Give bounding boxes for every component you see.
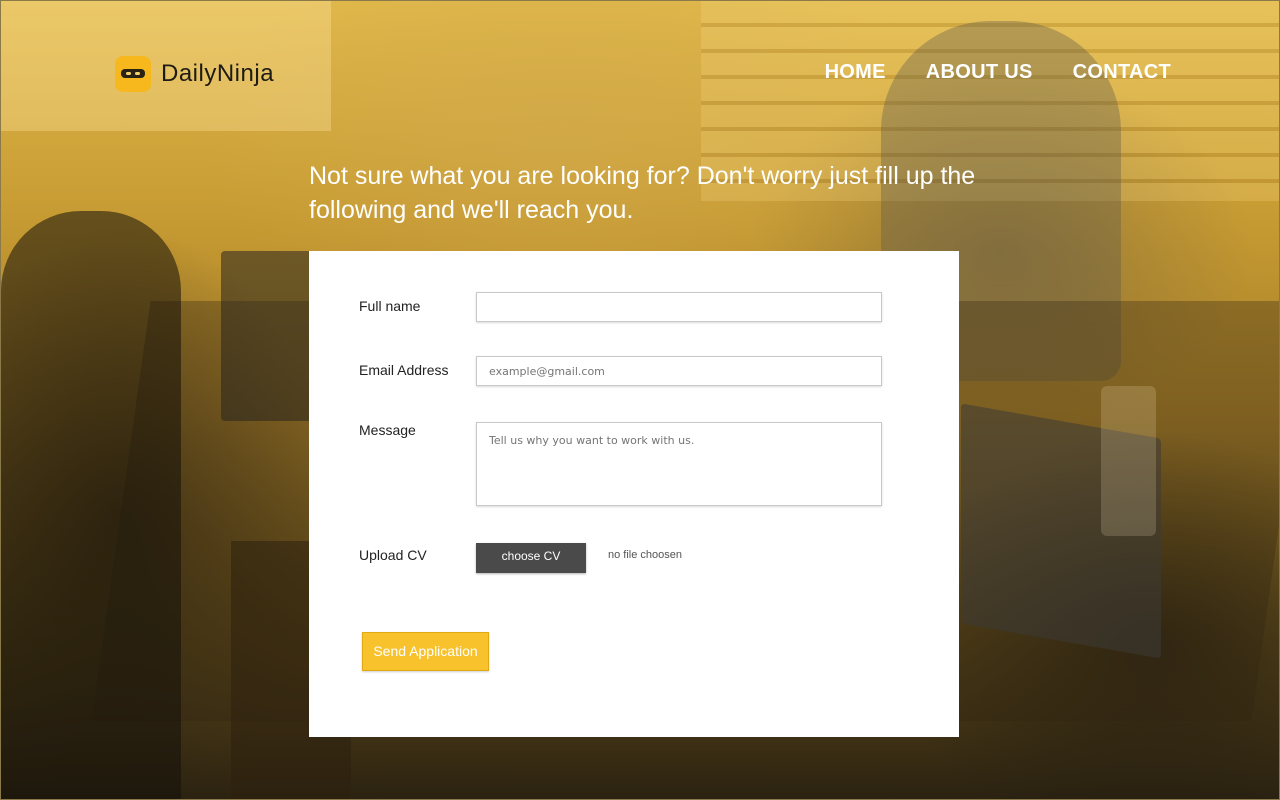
nav-about-us-link[interactable]: ABOUT US xyxy=(926,61,1033,84)
message-textarea[interactable] xyxy=(476,422,882,506)
page-headline: Not sure what you are looking for? Don't… xyxy=(309,162,976,224)
background-glass xyxy=(1101,386,1156,536)
file-status-text: no file choosen xyxy=(608,549,682,561)
background-person-left xyxy=(1,211,181,799)
email-label: Email Address xyxy=(359,362,449,378)
logo[interactable]: DailyNinja xyxy=(115,56,274,92)
nav-home-link[interactable]: HOME xyxy=(825,61,886,84)
page: DailyNinja HOME ABOUT US CONTACT Not sur… xyxy=(0,0,1280,800)
brand-name: DailyNinja xyxy=(161,60,275,87)
email-input[interactable] xyxy=(476,356,882,386)
full-name-input[interactable] xyxy=(476,292,882,322)
nav-contact-link[interactable]: CONTACT xyxy=(1073,61,1171,84)
ninja-icon xyxy=(115,56,151,92)
full-name-label: Full name xyxy=(359,298,421,314)
message-label: Message xyxy=(359,422,416,438)
main-nav: HOME ABOUT US CONTACT xyxy=(825,61,1171,84)
choose-cv-button[interactable]: choose CV xyxy=(476,543,586,573)
application-form-card: Full name Email Address Message Upload C… xyxy=(309,251,959,737)
send-application-button[interactable]: Send Application xyxy=(362,632,489,671)
upload-cv-label: Upload CV xyxy=(359,547,427,563)
